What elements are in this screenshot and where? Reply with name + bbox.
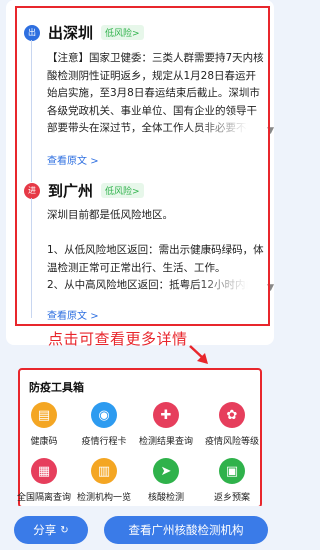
share-label: 分享 bbox=[33, 523, 57, 537]
view-test-institutions-label: 查看广州核酸检测机构 bbox=[128, 523, 244, 537]
tools-title: 防疫工具箱 bbox=[29, 381, 84, 394]
tool-label: 健康码 bbox=[30, 437, 58, 447]
building-icon: ▥ bbox=[91, 458, 117, 484]
tool-label: 疫情风险等级 bbox=[204, 437, 259, 447]
clipboard-icon: ▦ bbox=[31, 458, 57, 484]
plus-circle-icon: ✚ bbox=[153, 402, 179, 428]
view-test-institutions-button[interactable]: 查看广州核酸检测机构 bbox=[104, 516, 268, 544]
lungs-icon: ✿ bbox=[219, 402, 245, 428]
arrow-down-right-icon bbox=[189, 345, 208, 364]
bottom-bar: 分享 ↻ 查看广州核酸检测机构 bbox=[0, 506, 280, 550]
tool-test-institutions[interactable]: ▥ 检测机构一览 bbox=[74, 458, 134, 503]
tool-label: 核酸检测 bbox=[147, 493, 184, 503]
tool-quarantine[interactable]: ▦ 全国隔离查询 bbox=[14, 458, 74, 503]
tool-return-plan[interactable]: ▣ 返乡预案 bbox=[202, 458, 262, 503]
tool-label: 全国隔离查询 bbox=[16, 493, 71, 503]
share-icon: ↻ bbox=[60, 524, 69, 536]
tool-label: 疫情行程卡 bbox=[81, 437, 127, 447]
health-code-icon: ▤ bbox=[31, 402, 57, 428]
annotation-text: 点击可查看更多详情 bbox=[48, 330, 188, 348]
tool-test-result[interactable]: ✚ 检测结果查询 bbox=[136, 402, 196, 447]
tool-travel-card[interactable]: ◉ 疫情行程卡 bbox=[74, 402, 134, 447]
navigation-icon: ➤ bbox=[153, 458, 179, 484]
tools-box: 防疫工具箱 ▤ 健康码 ◉ 疫情行程卡 ✚ 检测结果查询 ✿ 疫情风险等级 ▦ … bbox=[17, 368, 262, 508]
share-button[interactable]: 分享 ↻ bbox=[14, 516, 88, 544]
tool-label: 返乡预案 bbox=[213, 493, 250, 503]
page: 出 出深圳 低风险> 【注意】国家卫健委：三类人群需要持7天内核酸检测阴性证明返… bbox=[0, 0, 280, 550]
tool-risk-level[interactable]: ✿ 疫情风险等级 bbox=[202, 402, 262, 447]
tool-label: 检测结果查询 bbox=[138, 437, 193, 447]
tool-health-code[interactable]: ▤ 健康码 bbox=[14, 402, 74, 447]
tool-label: 检测机构一览 bbox=[76, 493, 131, 503]
bus-icon: ▣ bbox=[219, 458, 245, 484]
highlight-frame bbox=[15, 6, 270, 326]
location-pin-icon: ◉ bbox=[91, 402, 117, 428]
tool-nucleic-test[interactable]: ➤ 核酸检测 bbox=[136, 458, 196, 503]
